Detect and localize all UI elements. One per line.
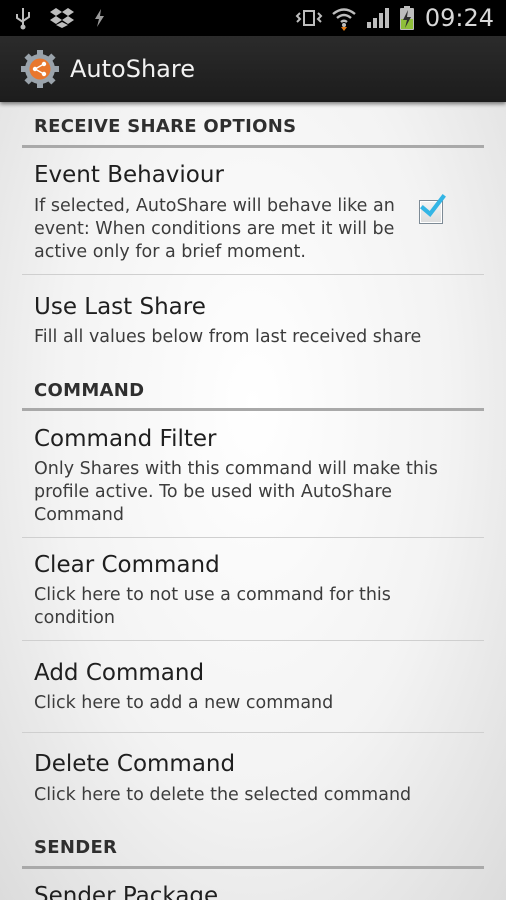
tasker-bolt-icon bbox=[95, 9, 104, 27]
pref-title: Use Last Share bbox=[34, 294, 206, 320]
event-behaviour-checkbox[interactable] bbox=[419, 194, 446, 224]
autoshare-gear-icon[interactable] bbox=[20, 49, 60, 89]
wifi-icon bbox=[332, 8, 356, 31]
list-divider bbox=[22, 274, 484, 275]
app-title: AutoShare bbox=[70, 55, 195, 83]
pref-summary: Fill all values below from last received… bbox=[34, 327, 422, 347]
dropbox-icon bbox=[50, 8, 74, 28]
list-divider bbox=[22, 537, 484, 538]
section-header-sender: SENDER bbox=[34, 837, 118, 858]
pref-summary: Click here to add a new command bbox=[34, 693, 334, 713]
pref-title: Sender Package bbox=[34, 883, 219, 900]
section-header-receive: RECEIVE SHARE OPTIONS bbox=[34, 116, 297, 137]
section-divider bbox=[22, 145, 484, 148]
action-bar: AutoShare bbox=[0, 36, 506, 102]
status-bar: 09:24 bbox=[0, 0, 506, 36]
pref-summary: Only Shares with this command will make … bbox=[34, 459, 438, 525]
vibrate-icon bbox=[295, 10, 323, 26]
checkmark-icon bbox=[420, 194, 446, 218]
pref-summary: Click here to not use a command for this… bbox=[34, 585, 391, 628]
status-clock: 09:24 bbox=[424, 4, 494, 32]
pref-title: Delete Command bbox=[34, 751, 236, 777]
list-divider bbox=[22, 732, 484, 733]
battery-charging-icon bbox=[399, 6, 414, 30]
section-divider bbox=[22, 866, 484, 869]
pref-summary: Click here to delete the selected comman… bbox=[34, 785, 412, 805]
pref-title: Command Filter bbox=[34, 426, 217, 452]
pref-title: Clear Command bbox=[34, 552, 220, 578]
pref-title: Add Command bbox=[34, 660, 205, 686]
pref-title: Event Behaviour bbox=[34, 162, 224, 188]
section-header-command: COMMAND bbox=[34, 380, 145, 401]
pref-summary: If selected, AutoShare will behave like … bbox=[34, 196, 395, 262]
signal-icon bbox=[366, 8, 389, 28]
usb-icon bbox=[16, 8, 30, 30]
preferences-list[interactable]: RECEIVE SHARE OPTIONS Event Behaviour If… bbox=[0, 102, 506, 900]
list-divider bbox=[22, 640, 484, 641]
section-divider bbox=[22, 408, 484, 411]
